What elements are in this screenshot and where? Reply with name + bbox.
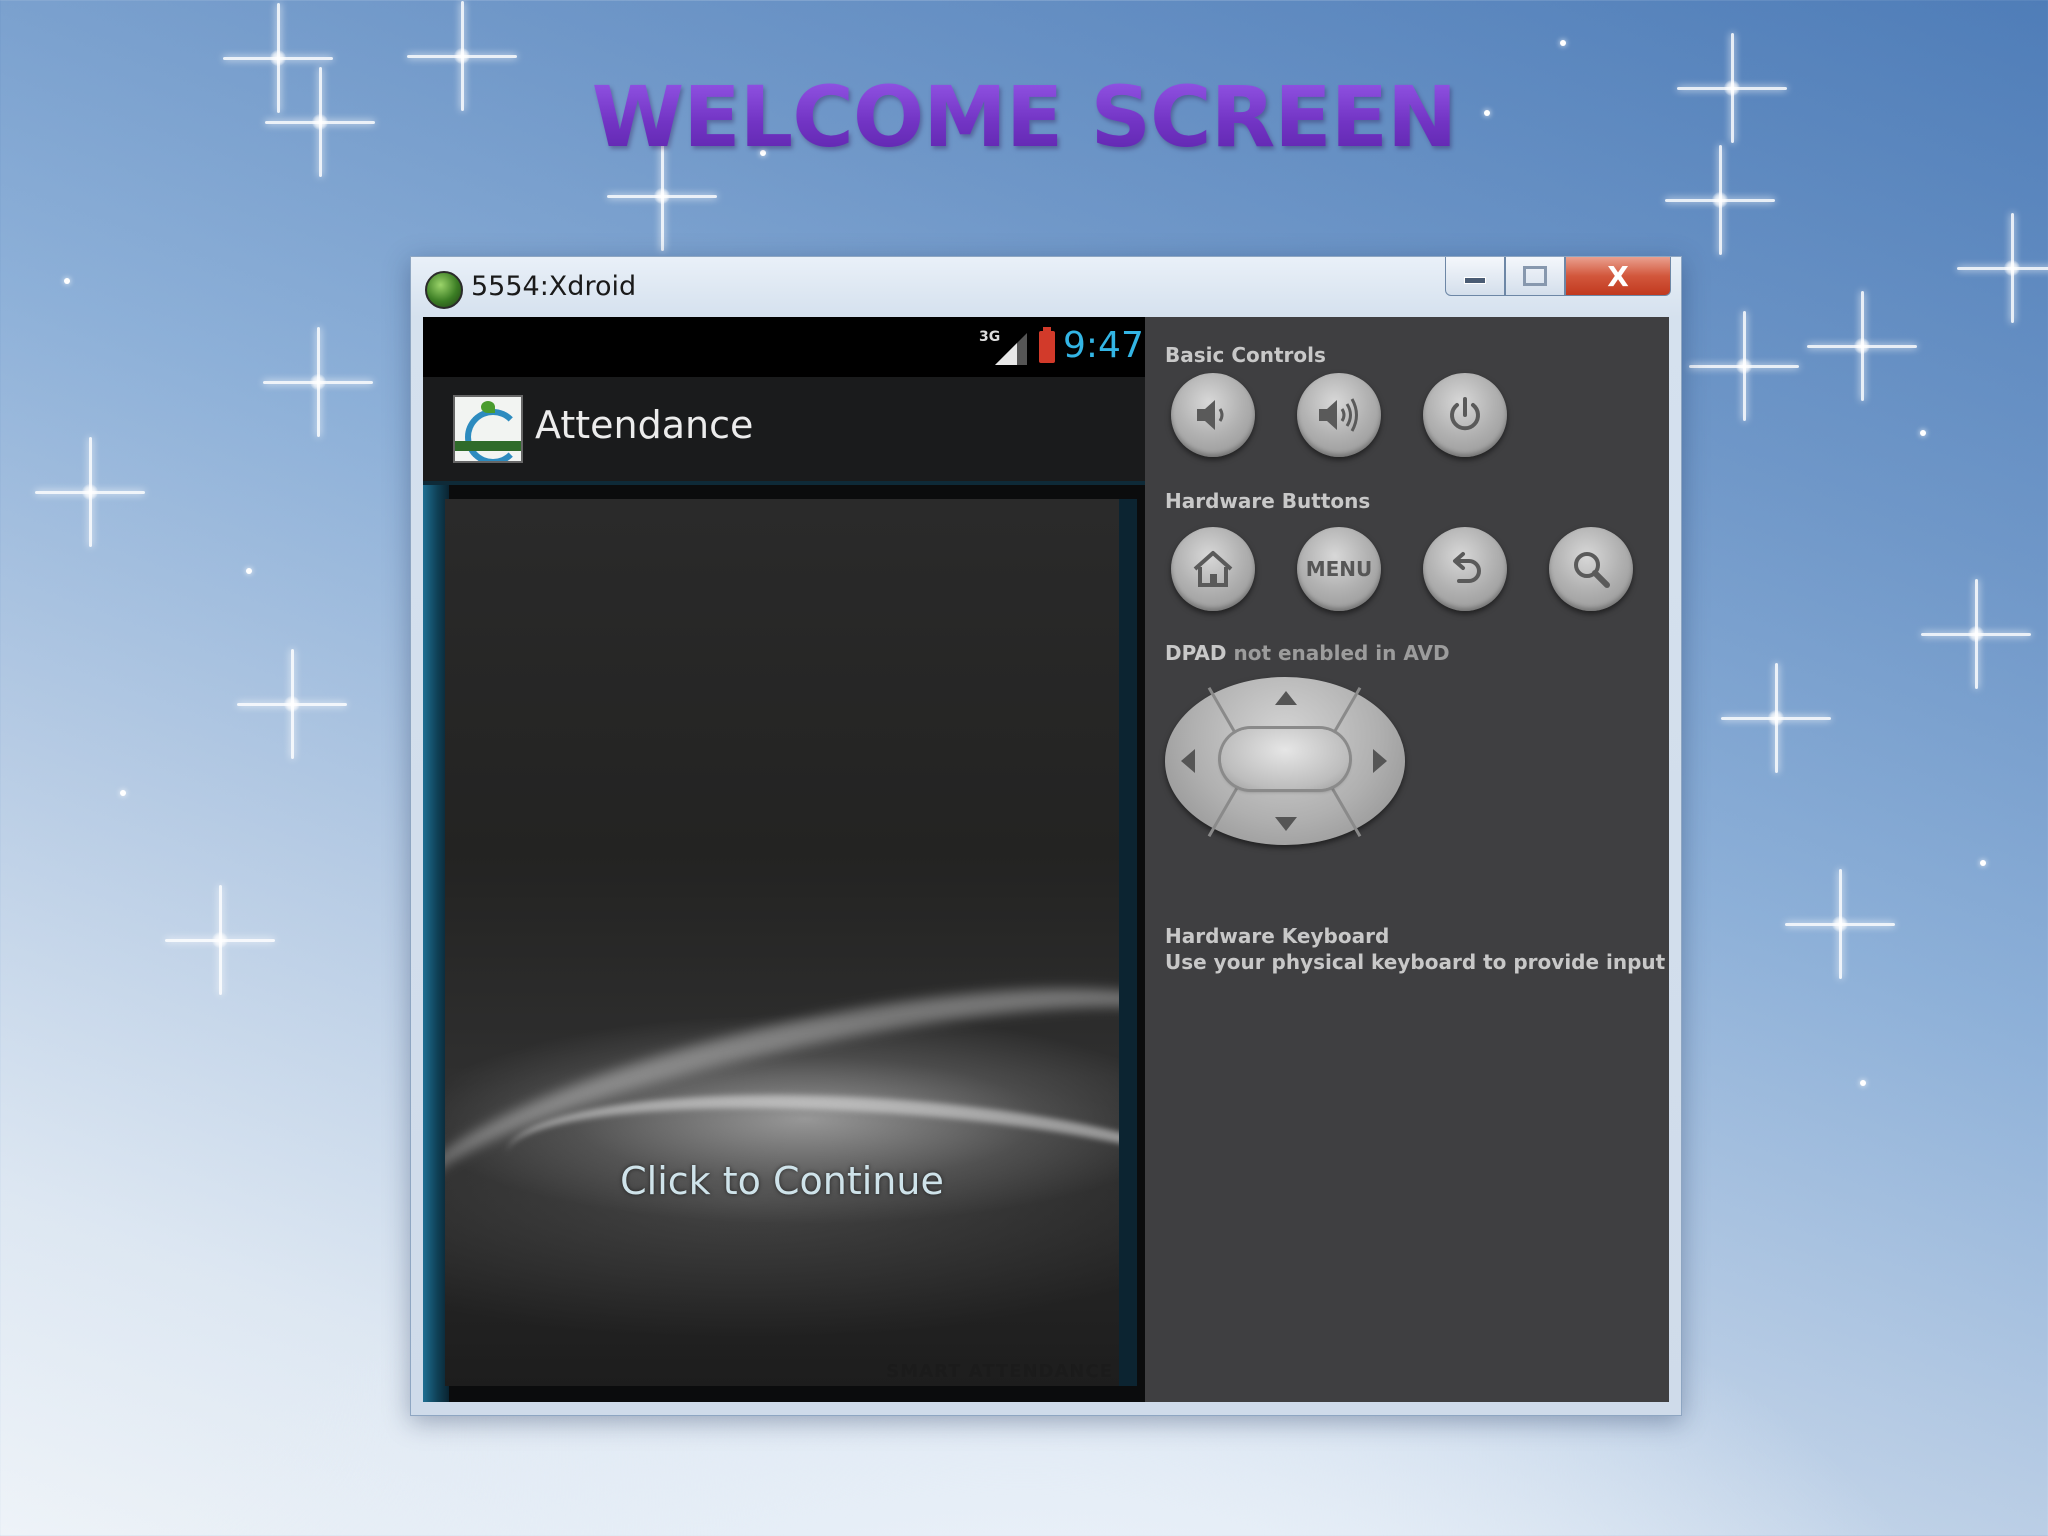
menu-button[interactable]: MENU <box>1297 527 1381 611</box>
close-icon: X <box>1607 259 1629 293</box>
basic-controls-label: Basic Controls <box>1165 343 1326 367</box>
signal-icon <box>995 333 1027 365</box>
maximize-icon <box>1523 266 1547 286</box>
window-title: 5554:Xdroid <box>471 271 637 302</box>
click-to-continue-button[interactable]: Click to Continue <box>445 1159 1119 1203</box>
home-icon <box>1193 551 1233 587</box>
dpad-status-label: DPAD not enabled in AVD <box>1165 641 1450 665</box>
window-controls: X <box>1445 257 1671 297</box>
app-logo-icon[interactable] <box>453 395 523 463</box>
dpad-center-button[interactable] <box>1221 729 1349 789</box>
emulator-body: 3G 9:47 Attendance Click to Continue SMA… <box>423 317 1669 1402</box>
dpad-right-icon <box>1373 749 1387 773</box>
hardware-buttons-label: Hardware Buttons <box>1165 489 1371 513</box>
action-bar: Attendance <box>423 377 1145 485</box>
search-button[interactable] <box>1549 527 1633 611</box>
dpad-down-icon <box>1275 817 1297 831</box>
dpad-left-icon <box>1181 749 1195 773</box>
emulator-controls-panel: Basic Controls Hardware Buttons MENU DPA… <box>1145 317 1669 1402</box>
volume-down-button[interactable] <box>1171 373 1255 457</box>
volume-up-icon <box>1319 398 1358 432</box>
maximize-button[interactable] <box>1505 257 1565 296</box>
action-bar-title: Attendance <box>535 403 754 447</box>
android-app-icon <box>425 271 463 309</box>
phone-screen[interactable]: 3G 9:47 Attendance Click to Continue SMA… <box>423 317 1145 1402</box>
footer-logo-text: SMART ATTENDANCE <box>886 1361 1113 1382</box>
home-button[interactable] <box>1171 527 1255 611</box>
slide-title: WELCOME SCREEN <box>0 68 2048 166</box>
menu-button-label: MENU <box>1305 557 1373 581</box>
volume-up-button[interactable] <box>1297 373 1381 457</box>
minimize-button[interactable] <box>1445 257 1505 296</box>
power-icon <box>1450 397 1480 431</box>
minimize-icon <box>1464 276 1486 284</box>
window-titlebar[interactable]: 5554:Xdroid X <box>411 257 1681 317</box>
hardware-keyboard-desc: Use your physical keyboard to provide in… <box>1165 950 1666 974</box>
search-icon <box>1574 552 1610 588</box>
close-button[interactable]: X <box>1565 257 1671 296</box>
welcome-content: Click to Continue SMART ATTENDANCE <box>423 485 1145 1402</box>
back-button[interactable] <box>1423 527 1507 611</box>
back-icon <box>1453 552 1481 583</box>
volume-down-icon <box>1197 400 1224 430</box>
hardware-keyboard-title: Hardware Keyboard <box>1165 924 1390 948</box>
dpad-up-icon <box>1275 691 1297 705</box>
power-button[interactable] <box>1423 373 1507 457</box>
battery-icon <box>1039 327 1055 363</box>
status-clock: 9:47 <box>1063 325 1144 366</box>
dpad-control[interactable] <box>1165 677 1405 845</box>
status-bar: 3G 9:47 <box>423 317 1145 377</box>
emulator-window: 5554:Xdroid X 3G 9:47 Attendance Click t… <box>410 256 1682 1416</box>
welcome-background[interactable]: Click to Continue SMART ATTENDANCE <box>445 499 1137 1386</box>
hardware-keyboard-info: Hardware Keyboard Use your physical keyb… <box>1165 923 1665 975</box>
